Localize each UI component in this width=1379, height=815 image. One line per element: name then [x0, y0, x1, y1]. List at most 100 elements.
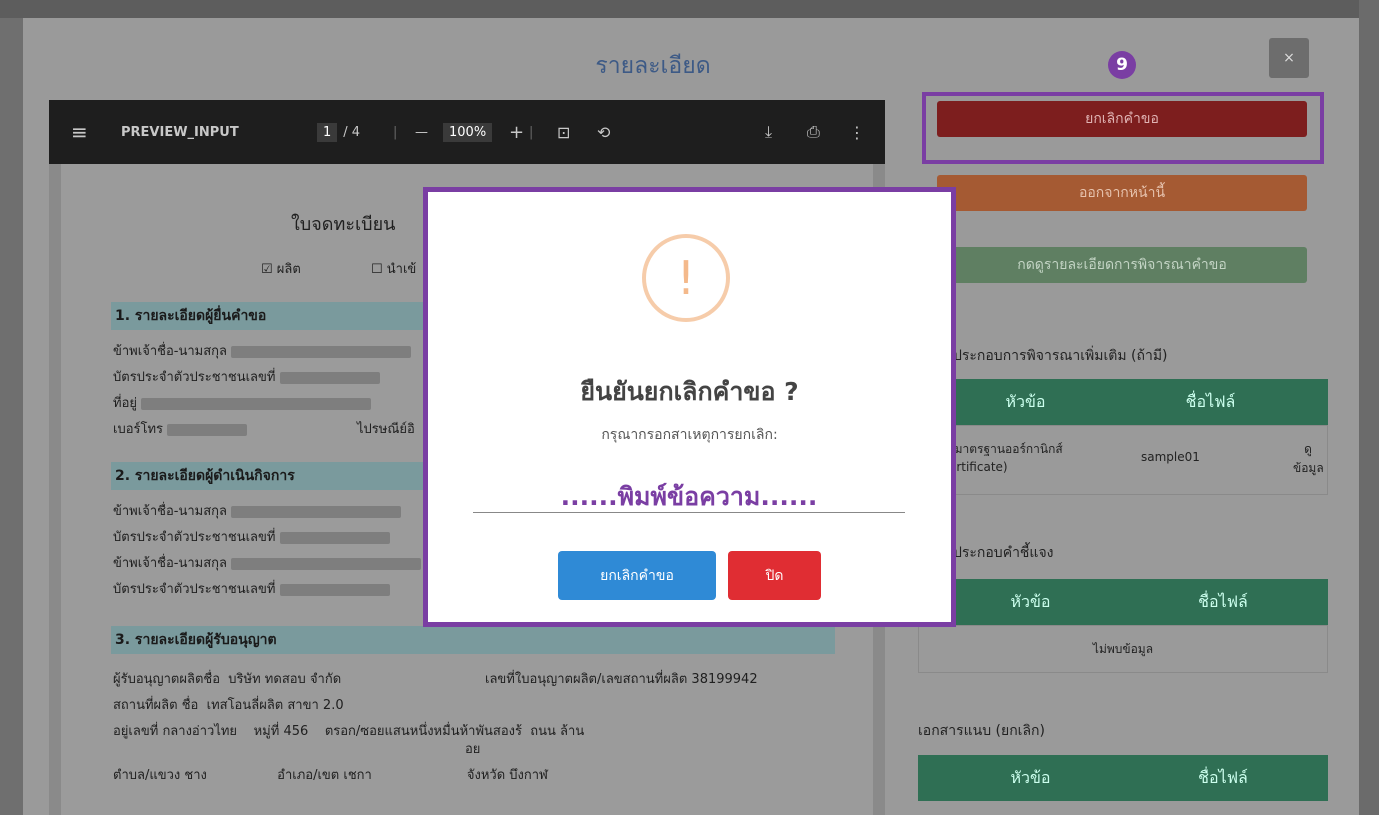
- redacted-value: [231, 505, 402, 518]
- toolbar-divider: |: [393, 124, 398, 140]
- operator-name-line: ข้าพเจ้าชื่อ-นามสกุล: [113, 500, 402, 521]
- address-line-wrap: อย: [465, 742, 481, 757]
- confirm-cancel-dialog: ! ยืนยันยกเลิกคำขอ ? กรุณากรอกสาเหตุการย…: [423, 187, 956, 627]
- table-row: รับรองมาตรฐานออร์กานิกส์ nic certificate…: [918, 425, 1328, 495]
- cancel-attachments-table: หัวข้อ ชื่อไฟล์: [918, 755, 1328, 815]
- field-label: ตรอก/ซอย: [324, 724, 385, 739]
- download-icon[interactable]: ⤓: [765, 100, 772, 164]
- field-label: บัตรประจำตัวประชาชนเลขที่: [113, 530, 276, 545]
- licensee-name-line: ผู้รับอนุญาตผลิตชื่อ บริษัท ทดสอบ จำกัด: [113, 668, 341, 689]
- zoom-in-button[interactable]: +: [509, 100, 524, 164]
- redacted-value: [231, 345, 412, 358]
- redacted-value: [279, 531, 390, 544]
- applicant-id-line: บัตรประจำตัวประชาชนเลขที่: [113, 366, 380, 387]
- field-label: อำเภอ/เขต: [277, 768, 340, 783]
- field-label: หมู่ที่: [253, 724, 280, 739]
- postcode-label: ไปรษณีย์อิ: [357, 422, 415, 437]
- menu-icon[interactable]: ≡: [71, 100, 88, 164]
- cancel-attachments-title: เอกสารแนบ (ยกเลิก): [918, 723, 1045, 739]
- redacted-value: [279, 583, 390, 596]
- column-header-filename: ชื่อไฟล์: [1198, 591, 1248, 611]
- operator-id-line-2: บัตรประจำตัวประชาชนเลขที่: [113, 578, 390, 599]
- field-label: ข้าพเจ้าชื่อ-นามสกุล: [113, 504, 227, 519]
- field-label: ที่อยู่: [113, 396, 137, 411]
- field-value: กลางอ่าวไทย: [162, 724, 238, 739]
- page-number-input[interactable]: 1: [317, 122, 338, 142]
- field-value: บึงกาฬ: [509, 768, 548, 783]
- column-header-topic: หัวข้อ: [1010, 767, 1051, 787]
- field-label: ข้าพเจ้าชื่อ-นามสกุล: [113, 556, 227, 571]
- field-label: ตำบล/แขวง: [113, 768, 181, 783]
- print-icon[interactable]: ⎙: [807, 100, 820, 164]
- field-label: สถานที่ผลิต ชื่อ: [113, 698, 199, 713]
- pdf-toolbar: ≡ PREVIEW_INPUT 1 / 4 | — 100% + | ⊡ ⟲ ⤓…: [49, 100, 885, 164]
- pdf-document-name: PREVIEW_INPUT: [121, 124, 239, 140]
- redacted-value: [231, 557, 422, 570]
- background-scrollbar: [1359, 0, 1379, 815]
- rotate-icon[interactable]: ⟲: [597, 100, 610, 164]
- dialog-subtitle: กรุณากรอกสาเหตุการยกเลิก:: [601, 427, 778, 443]
- dialog-title: ยืนยันยกเลิกคำขอ ?: [580, 377, 799, 406]
- field-value: เชกา: [343, 768, 372, 783]
- field-label: ถนน: [530, 724, 556, 739]
- document-title: ใบจดทะเบียน: [291, 214, 396, 235]
- operator-id-line: บัตรประจำตัวประชาชนเลขที่: [113, 526, 390, 547]
- applicant-address-line: ที่อยู่: [113, 392, 372, 413]
- close-dialog-button[interactable]: ปิด: [728, 551, 821, 600]
- table-header: หัวข้อ ชื่อไฟล์: [918, 579, 1328, 625]
- field-label: ข้าพเจ้าชื่อ-นามสกุล: [113, 344, 227, 359]
- zoom-level[interactable]: 100%: [443, 122, 493, 142]
- field-value: ชาง: [184, 768, 207, 783]
- warning-icon: !: [642, 234, 730, 322]
- field-value: บริษัท ทดสอบ จำกัด: [228, 672, 342, 687]
- field-label: เลขที่ใบอนุญาตผลิต/เลขสถานที่ผลิต: [485, 672, 688, 687]
- page-total: / 4: [343, 124, 361, 140]
- cancel-reason-input[interactable]: ......พิมพ์ข้อความ......: [473, 477, 905, 513]
- checkbox-produce: ☑ ผลิต: [261, 262, 301, 277]
- modal-title: รายละเอียด: [595, 53, 711, 79]
- subdistrict-line: ตำบล/แขวง ชาง อำเภอ/เขต เชกา จังหวัด บึง…: [113, 764, 548, 785]
- more-options-icon[interactable]: ⋮: [849, 100, 865, 164]
- page-indicator: 1 / 4: [317, 100, 360, 164]
- field-value: 456: [283, 724, 309, 739]
- applicant-phone-line: เบอร์โทร: [113, 418, 248, 439]
- table-header: หัวข้อ ชื่อไฟล์: [918, 379, 1328, 425]
- view-link-line-1: ดู: [1304, 442, 1312, 456]
- redacted-value: [141, 397, 372, 410]
- table-header: หัวข้อ ชื่อไฟล์: [918, 755, 1328, 801]
- zoom-display: 100%: [443, 100, 493, 164]
- view-link-line-2: ข้อมูล: [1293, 461, 1324, 475]
- field-value: แสนหนึ่งหมื่นห้าพันสองร้: [384, 724, 522, 739]
- redacted-value: [167, 423, 248, 436]
- field-value: ล้าน: [560, 724, 585, 739]
- facility-name-line: สถานที่ผลิต ชื่อ เทสโอนลี่ผลิต สาขา 2.0: [113, 694, 344, 715]
- step-number-badge: 9: [1108, 51, 1136, 79]
- address-line: อยู่เลขที่ กลางอ่าวไทย หมู่ที่ 456 ตรอก/…: [113, 720, 584, 741]
- modal-close-button[interactable]: ×: [1269, 38, 1309, 78]
- field-value: เทสโอนลี่ผลิต สาขา 2.0: [206, 698, 344, 713]
- exit-page-button[interactable]: ออกจากหน้านี้: [937, 175, 1307, 211]
- confirm-cancel-button[interactable]: ยกเลิกคำขอ: [558, 551, 716, 600]
- view-data-link[interactable]: ดู ข้อมูล: [1293, 440, 1324, 478]
- toolbar-divider: |: [529, 124, 534, 140]
- column-header-filename: ชื่อไฟล์: [1198, 767, 1248, 787]
- redacted-value: [279, 371, 380, 384]
- fit-page-icon[interactable]: ⊡: [557, 100, 570, 164]
- checkbox-import: ☐ นำเข้: [371, 262, 417, 277]
- background-page-header: [0, 0, 1379, 18]
- empty-row: ไม่พบข้อมูล: [918, 625, 1328, 673]
- zoom-out-button[interactable]: —: [415, 100, 428, 164]
- field-label: เบอร์โทร: [113, 422, 164, 437]
- applicant-name-line: ข้าพเจ้าชื่อ-นามสกุล: [113, 340, 412, 361]
- license-number-line: เลขที่ใบอนุญาตผลิต/เลขสถานที่ผลิต 381999…: [485, 668, 758, 689]
- field-label: อยู่เลขที่: [113, 724, 159, 739]
- operator-name-line-2: ข้าพเจ้าชื่อ-นามสกุล: [113, 552, 422, 573]
- row-filename: sample01: [1141, 450, 1200, 464]
- view-review-details-button[interactable]: กดดูรายละเอียดการพิจารณาคำขอ: [937, 247, 1307, 283]
- step-highlight-box: [922, 92, 1324, 164]
- field-label: จังหวัด: [466, 768, 506, 783]
- field-label: ผู้รับอนุญาตผลิตชื่อ: [113, 672, 221, 687]
- explain-attachments-table: หัวข้อ ชื่อไฟล์ ไม่พบข้อมูล: [918, 579, 1328, 675]
- field-label: บัตรประจำตัวประชาชนเลขที่: [113, 370, 276, 385]
- section-3-header: 3. รายละเอียดผู้รับอนุญาต: [111, 626, 835, 654]
